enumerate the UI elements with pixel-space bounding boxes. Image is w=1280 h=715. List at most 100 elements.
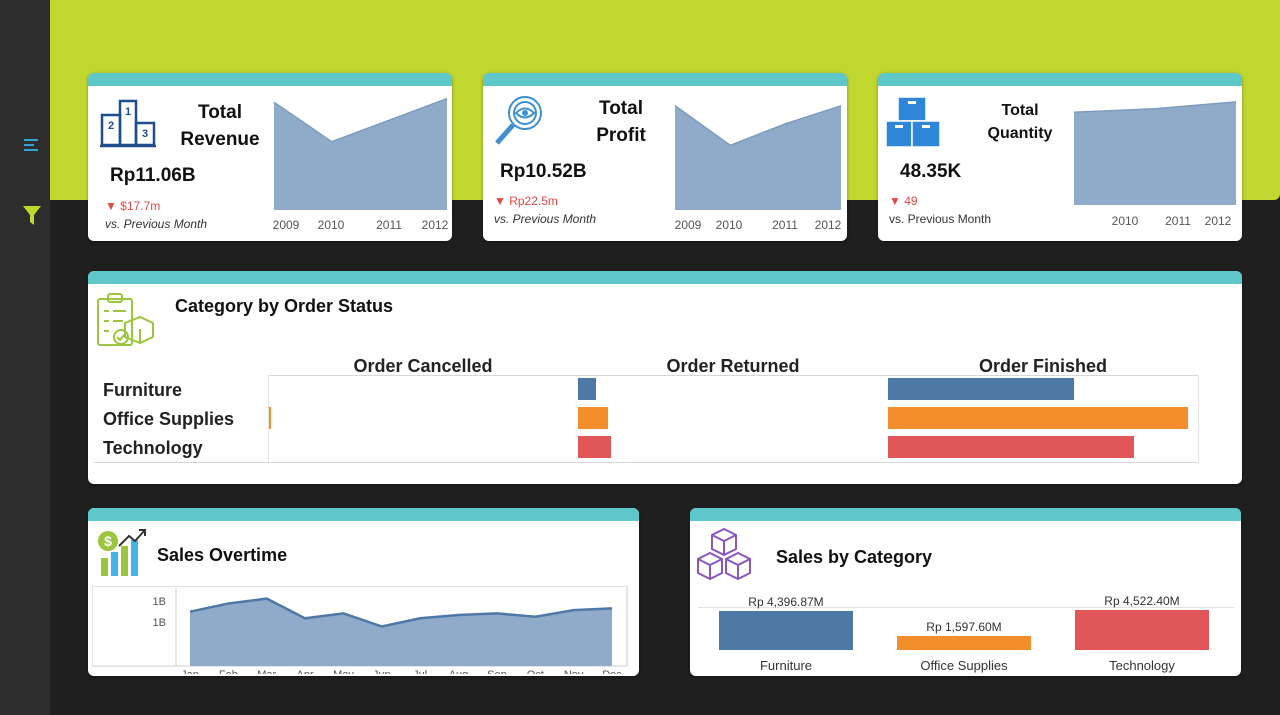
card-accent-bar bbox=[878, 73, 1242, 86]
kpi-title: Total Revenue bbox=[172, 99, 268, 153]
category-label: Office Supplies bbox=[920, 658, 1008, 673]
cubes-icon bbox=[695, 526, 753, 584]
x-tick-label: 2012 bbox=[422, 218, 449, 232]
kpi-comparison-label: vs. Previous Month bbox=[889, 212, 992, 226]
kpi-title-line2: Quantity bbox=[987, 125, 1053, 142]
x-tick-label: Oct bbox=[527, 669, 544, 674]
order-status-bar[interactable] bbox=[578, 378, 596, 400]
kpi-sparkline-chart: 2010 2011 2012 bbox=[1073, 101, 1237, 228]
kpi-title-line2: Revenue bbox=[180, 129, 260, 150]
x-tick-label: Mar bbox=[257, 669, 276, 674]
row-label: Technology bbox=[103, 438, 203, 458]
x-tick-label: 2010 bbox=[318, 218, 345, 232]
kpi-area-series bbox=[274, 98, 447, 210]
x-tick-label: Jun bbox=[373, 669, 391, 674]
sidebar bbox=[0, 0, 50, 715]
order-status-bar[interactable] bbox=[578, 436, 611, 458]
money-chart-icon: $ bbox=[97, 528, 147, 578]
kpi-title-line1: Total bbox=[198, 102, 242, 123]
order-status-card: Category by Order Status Order Cancelled… bbox=[88, 271, 1242, 484]
kpi-card-revenue: 1 2 3 Total Revenue Rp11.06B ▼ $17.7m vs… bbox=[88, 73, 452, 241]
filter-icon[interactable] bbox=[22, 205, 42, 227]
kpi-delta: ▼ 49 bbox=[889, 194, 918, 208]
x-tick-label: 2012 bbox=[1205, 214, 1232, 228]
x-tick-label: 2011 bbox=[1165, 214, 1191, 228]
sales-overtime-card: $ Sales Overtime 1B 1B Jan Feb Mar Apr May Jun J… bbox=[88, 508, 639, 676]
x-tick-label: 2012 bbox=[815, 218, 842, 232]
sales-overtime-chart: 1B 1B Jan Feb Mar Apr May Jun Jul Aug Sep Oct Nov Dec bbox=[92, 586, 628, 674]
kpi-delta: ▼ Rp22.5m bbox=[494, 194, 558, 208]
y-tick-label: 1B bbox=[153, 617, 166, 629]
category-label: Technology bbox=[1109, 658, 1175, 673]
sales-area-series bbox=[190, 598, 612, 666]
kpi-card-profit: Total Profit Rp10.52B ▼ Rp22.5m vs. Prev… bbox=[483, 73, 847, 241]
x-tick-label: Dec bbox=[602, 669, 622, 674]
section-title: Sales by Category bbox=[776, 547, 933, 567]
x-tick-label: Jul bbox=[413, 669, 427, 674]
kpi-title: Total Quantity bbox=[970, 99, 1070, 145]
row-label: Office Supplies bbox=[103, 409, 235, 429]
order-status-bar[interactable] bbox=[888, 378, 1074, 400]
x-tick-label: Apr bbox=[297, 669, 314, 674]
grid-line bbox=[94, 462, 1198, 463]
order-status-bar[interactable] bbox=[269, 407, 271, 429]
kpi-title: Total Profit bbox=[573, 95, 669, 149]
order-status-bar[interactable] bbox=[578, 407, 608, 429]
svg-text:1: 1 bbox=[125, 106, 131, 118]
x-tick-label: May bbox=[333, 669, 354, 674]
x-tick-label: 2009 bbox=[273, 218, 300, 232]
column-header-cancelled: Order Cancelled bbox=[353, 356, 493, 376]
svg-text:2: 2 bbox=[108, 120, 114, 132]
svg-text:$: $ bbox=[104, 533, 112, 549]
column-header-returned: Order Returned bbox=[666, 356, 800, 376]
x-tick-label: 2009 bbox=[675, 218, 702, 232]
card-accent-bar bbox=[88, 508, 639, 521]
kpi-value: Rp11.06B bbox=[110, 165, 196, 186]
kpi-area-series bbox=[1074, 101, 1236, 205]
kpi-title-line2: Profit bbox=[596, 125, 646, 146]
card-accent-bar bbox=[690, 508, 1241, 521]
magnifier-eye-icon bbox=[489, 93, 549, 151]
kpi-title-line1: Total bbox=[599, 98, 643, 119]
row-label: Furniture bbox=[103, 380, 182, 400]
x-tick-label: Nov bbox=[564, 669, 584, 674]
kpi-title-line1: Total bbox=[1001, 102, 1039, 119]
x-tick-label: 2011 bbox=[376, 218, 402, 232]
order-status-bar[interactable] bbox=[888, 407, 1188, 429]
x-tick-label: Aug bbox=[449, 669, 469, 674]
x-tick-label: 2010 bbox=[1112, 214, 1139, 228]
column-header-finished: Order Finished bbox=[978, 356, 1108, 376]
bar-value-label: Rp 1,597.60M bbox=[926, 619, 1002, 634]
category-bar[interactable] bbox=[719, 611, 853, 650]
section-title: Category by Order Status bbox=[175, 296, 394, 316]
kpi-sparkline-chart: 2009 2010 2011 2012 bbox=[674, 105, 842, 232]
y-tick-label: 1B bbox=[153, 596, 166, 608]
card-accent-bar bbox=[483, 73, 847, 86]
kpi-card-quantity: Total Quantity 48.35K ▼ 49 vs. Previous … bbox=[878, 73, 1242, 241]
category-bar[interactable] bbox=[897, 635, 1031, 650]
category-bar[interactable] bbox=[1075, 610, 1209, 650]
podium-icon: 1 2 3 bbox=[98, 95, 158, 151]
bar-value-label: Rp 4,396.87M bbox=[748, 595, 824, 610]
section-title: Sales Overtime bbox=[157, 545, 288, 565]
kpi-sparkline-chart: 2009 2010 2011 2012 bbox=[273, 97, 449, 232]
card-accent-bar bbox=[88, 271, 1242, 284]
card-accent-bar bbox=[88, 73, 452, 86]
kpi-area-series bbox=[675, 105, 841, 210]
list-menu-icon[interactable] bbox=[22, 138, 42, 154]
order-status-bar[interactable] bbox=[888, 436, 1134, 458]
category-label: Furniture bbox=[759, 658, 813, 673]
kpi-delta: ▼ $17.7m bbox=[105, 199, 161, 213]
sales-category-card: Sales by Category Rp 4,396.87M Furniture R… bbox=[690, 508, 1241, 676]
boxes-icon bbox=[884, 93, 944, 151]
clipboard-package-icon bbox=[95, 291, 155, 349]
grid-line bbox=[1198, 375, 1199, 463]
x-tick-label: Jan bbox=[181, 669, 199, 674]
svg-text:3: 3 bbox=[142, 128, 148, 140]
kpi-value: 48.35K bbox=[900, 161, 962, 182]
x-tick-label: Feb bbox=[219, 669, 238, 674]
kpi-comparison-label: vs. Previous Month bbox=[494, 212, 597, 226]
grid-line bbox=[268, 375, 1198, 376]
kpi-comparison-label: vs. Previous Month bbox=[105, 217, 208, 231]
bar-value-label: Rp 4,522.40M bbox=[1104, 594, 1180, 608]
